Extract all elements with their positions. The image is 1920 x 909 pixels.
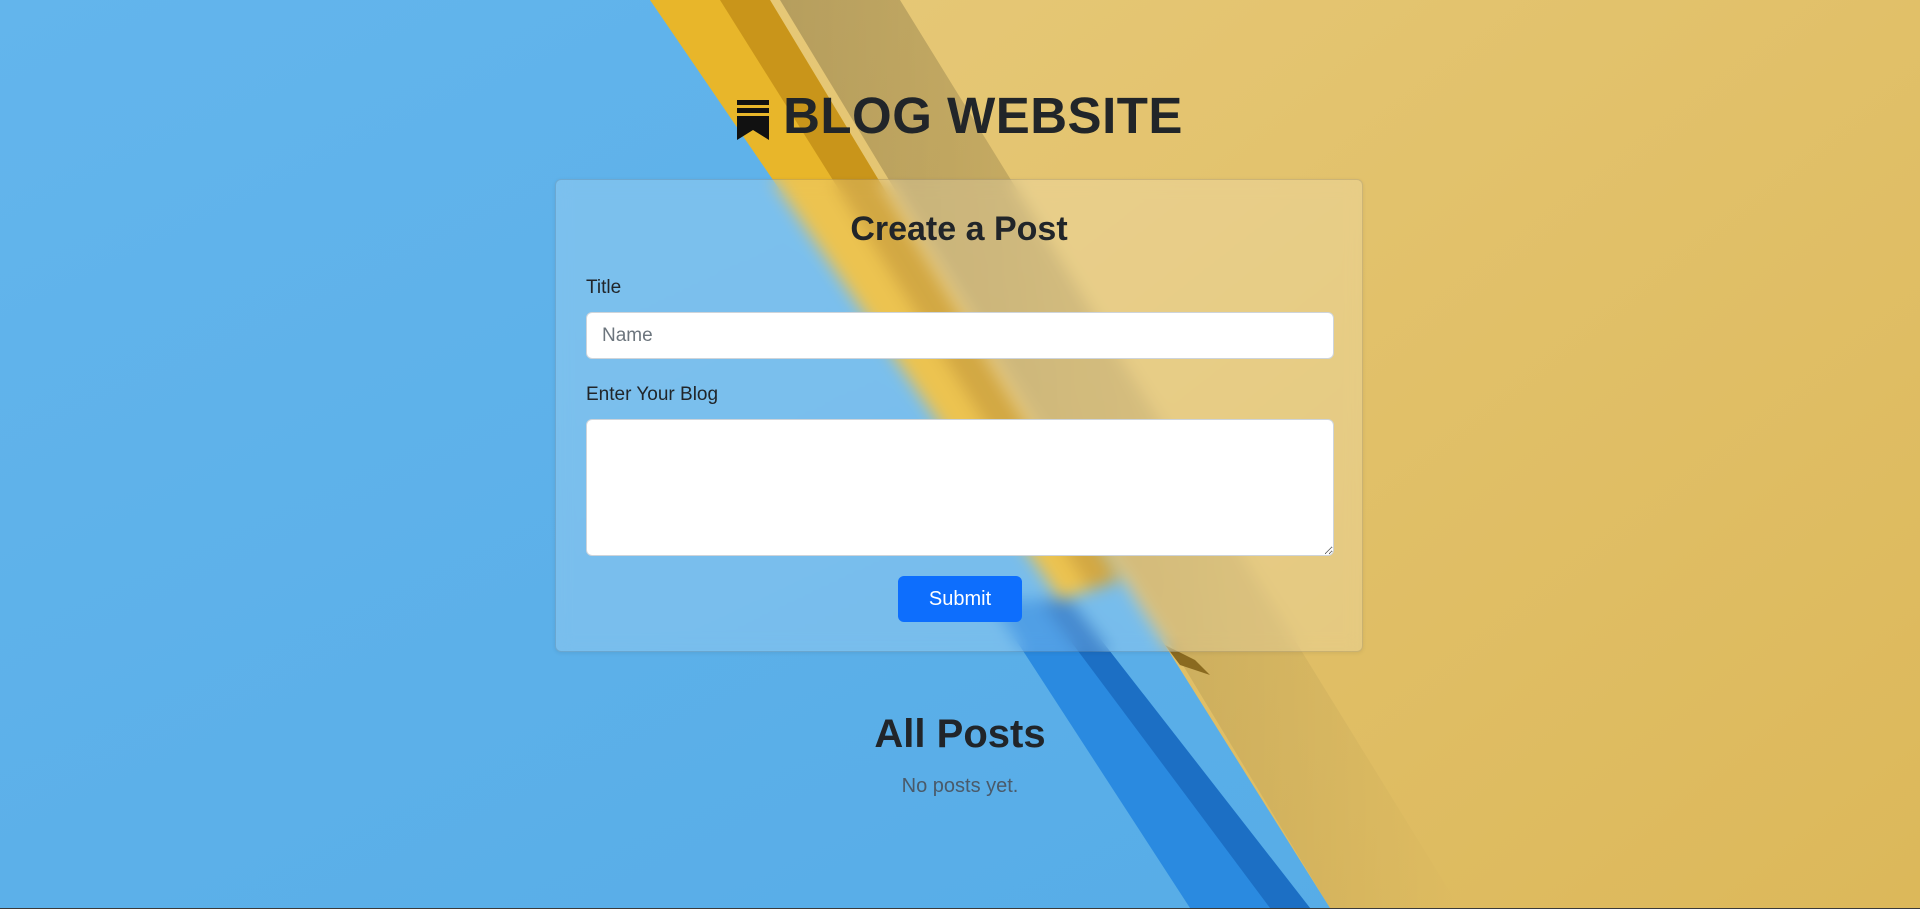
page: BLOG WEBSITE Create a Post Title Enter Y…: [0, 0, 1920, 908]
submit-button[interactable]: Submit: [898, 576, 1022, 622]
all-posts-heading: All Posts: [874, 712, 1046, 756]
blog-label: Enter Your Blog: [586, 384, 719, 405]
bookmark-icon: [737, 100, 770, 140]
title-input[interactable]: [586, 312, 1334, 359]
no-posts-message: No posts yet.: [901, 775, 1019, 797]
site-header: BLOG WEBSITE: [0, 86, 1920, 146]
create-post-card: Create a Post Title Enter Your Blog Subm…: [555, 179, 1363, 652]
brand[interactable]: BLOG WEBSITE: [737, 86, 1183, 146]
title-label: Title: [586, 277, 622, 298]
create-post-heading: Create a Post: [850, 210, 1068, 248]
blog-textarea[interactable]: [586, 419, 1334, 556]
site-title: BLOG WEBSITE: [783, 87, 1183, 144]
